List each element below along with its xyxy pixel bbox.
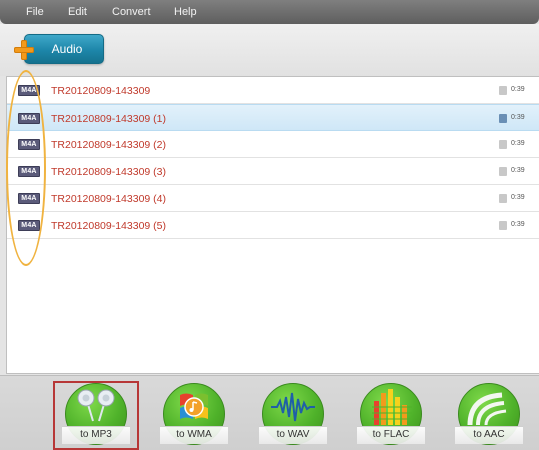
file-name: TR20120809-143309 (1) <box>51 113 166 125</box>
to-aac-button[interactable]: to AAC <box>455 383 523 450</box>
add-audio-label: Audio <box>51 42 83 56</box>
m4a-file-icon: M4A <box>18 220 40 231</box>
selected-format-highlight <box>53 381 139 450</box>
to-wma-label: to WMA <box>176 429 212 440</box>
duration-icon <box>499 140 507 149</box>
file-duration: 0:39 <box>511 167 525 174</box>
aac-arcs-icon <box>467 392 507 426</box>
file-row[interactable]: M4A TR20120809-143309 (3) 0:39 <box>7 158 539 185</box>
to-wma-button[interactable]: to WMA <box>160 383 228 450</box>
file-name: TR20120809-143309 <box>51 85 151 97</box>
m4a-file-icon: M4A <box>18 113 40 124</box>
to-flac-label: to FLAC <box>372 429 410 440</box>
menu-edit[interactable]: Edit <box>68 6 87 18</box>
menu-convert[interactable]: Convert <box>112 6 151 18</box>
file-name: TR20120809-143309 (3) <box>51 166 166 178</box>
file-row[interactable]: M4A TR20120809-143309 (4) 0:39 <box>7 185 539 212</box>
file-row[interactable]: M4A TR20120809-143309 (2) 0:39 <box>7 131 539 158</box>
menu-file[interactable]: File <box>26 6 44 18</box>
duration-icon <box>499 221 507 230</box>
duration-icon <box>499 114 507 123</box>
file-duration: 0:39 <box>511 114 525 121</box>
add-audio-button[interactable]: Audio <box>24 34 104 64</box>
file-duration: 0:39 <box>511 221 525 228</box>
windows-media-icon <box>180 393 208 419</box>
m4a-file-icon: M4A <box>18 85 40 96</box>
duration-icon <box>499 86 507 95</box>
menubar: File Edit Convert Help <box>0 0 539 24</box>
file-row-selected[interactable]: M4A TR20120809-143309 (1) 0:39 <box>7 104 539 131</box>
m4a-file-icon: M4A <box>18 139 40 150</box>
menu-help[interactable]: Help <box>174 6 197 18</box>
file-name: TR20120809-143309 (5) <box>51 220 166 232</box>
to-wav-label: to WAV <box>276 429 310 440</box>
m4a-file-icon: M4A <box>18 166 40 177</box>
toolbar: Audio <box>0 24 539 76</box>
file-duration: 0:39 <box>511 86 525 93</box>
to-aac-label: to AAC <box>473 429 505 440</box>
duration-icon <box>499 167 507 176</box>
plus-icon[interactable] <box>14 40 34 60</box>
file-list: M4A TR20120809-143309 0:39 M4A TR2012080… <box>6 76 539 374</box>
file-name: TR20120809-143309 (4) <box>51 193 166 205</box>
file-row[interactable]: M4A TR20120809-143309 (5) 0:39 <box>7 212 539 239</box>
to-wav-button[interactable]: to WAV <box>259 383 327 450</box>
duration-icon <box>499 194 507 203</box>
file-name: TR20120809-143309 (2) <box>51 139 166 151</box>
waveform-icon <box>271 392 315 422</box>
to-flac-button[interactable]: to FLAC <box>357 383 425 450</box>
file-duration: 0:39 <box>511 140 525 147</box>
equalizer-icon <box>372 389 412 425</box>
m4a-file-icon: M4A <box>18 193 40 204</box>
file-duration: 0:39 <box>511 194 525 201</box>
file-row[interactable]: M4A TR20120809-143309 0:39 <box>7 77 539 104</box>
